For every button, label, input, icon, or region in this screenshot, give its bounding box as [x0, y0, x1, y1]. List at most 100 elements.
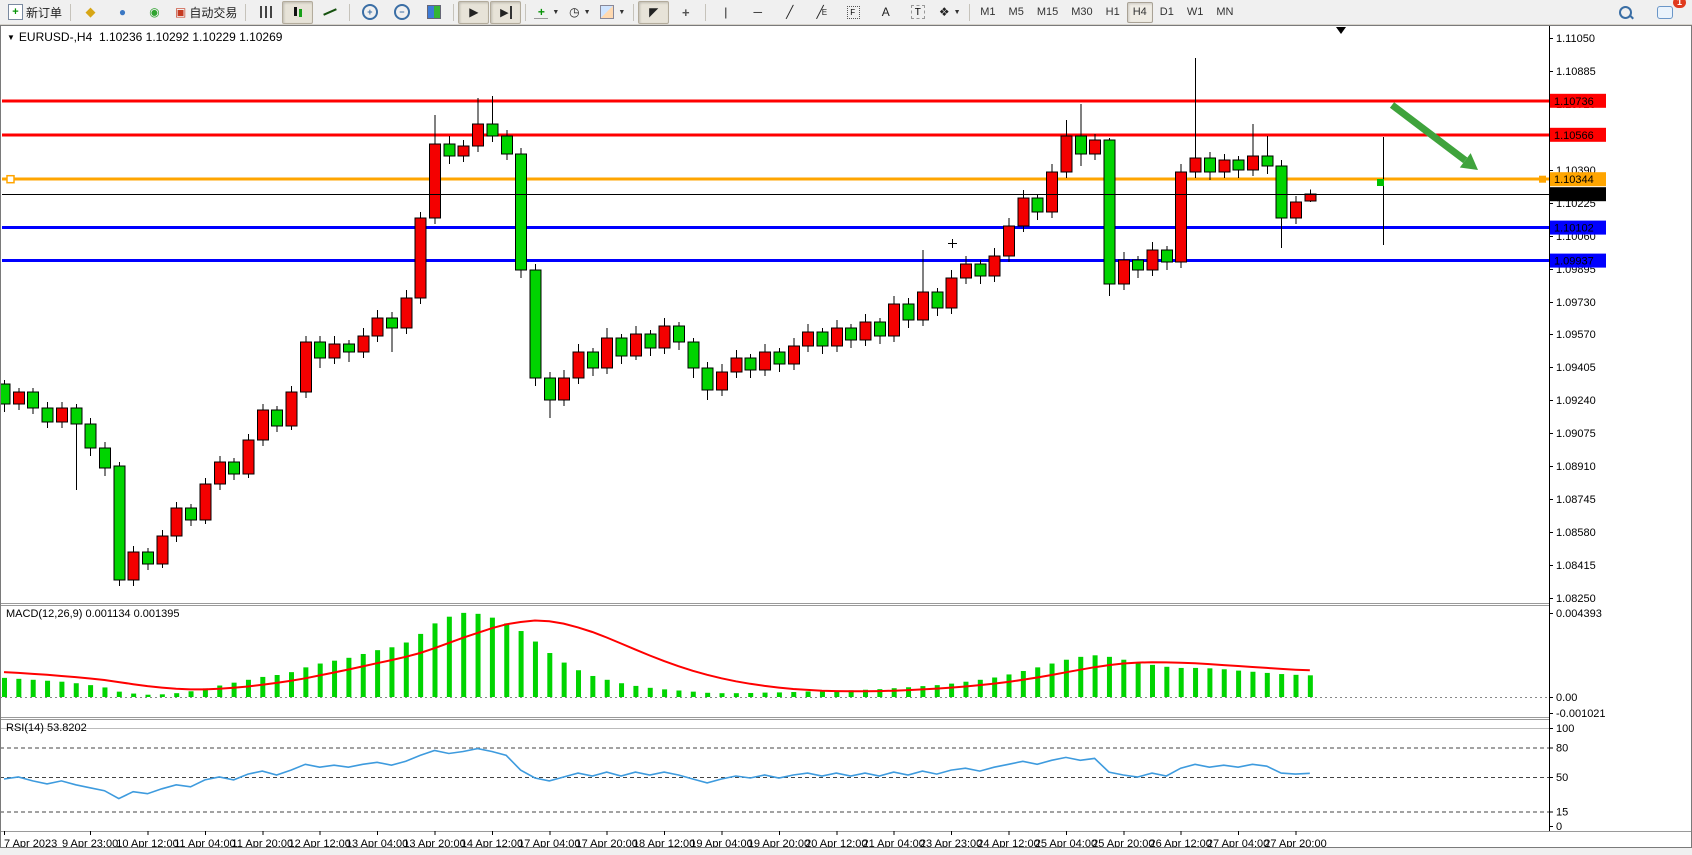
macd-histogram-bar	[576, 670, 581, 697]
candle-body	[257, 410, 268, 440]
mt4-window: +新订单◆●◉▣自动交易+−▶▶+▼◷▼▼◤+|─╱╱EFAT❖▼M1M5M15…	[0, 0, 1692, 855]
price-axis-label: 1.09405	[1556, 362, 1596, 374]
candle-body	[473, 124, 484, 146]
chevron-down-icon[interactable]: ▼	[584, 9, 591, 16]
candlestick-button[interactable]	[282, 1, 313, 24]
chart-background	[0, 25, 1692, 848]
timeframe-m15-button[interactable]: M15	[1031, 2, 1064, 23]
macd-histogram-bar	[763, 693, 768, 697]
chart-shift-button[interactable]: ▶	[490, 1, 521, 24]
macd-histogram-bar	[1150, 665, 1155, 697]
candle-body	[85, 424, 96, 448]
candle	[300, 336, 311, 398]
toolbar-separator	[633, 4, 634, 21]
timeframe-w1-button[interactable]: W1	[1181, 2, 1210, 23]
candle	[243, 434, 254, 478]
horizontal-line-button[interactable]: ─	[742, 1, 773, 24]
candle-body	[645, 334, 656, 348]
cursor-button[interactable]: ◤	[638, 1, 669, 24]
signals-icon: ◉	[149, 5, 159, 19]
macd-histogram-bar	[59, 682, 64, 697]
candle-body	[946, 278, 957, 308]
price-axis-label: 1.08250	[1556, 593, 1596, 605]
macd-values: 0.001134 0.001395	[85, 608, 179, 620]
chat-button[interactable]: 1	[1649, 1, 1680, 24]
mql5-community-button[interactable]: ●	[107, 1, 138, 24]
arrows-button[interactable]: ❖▼	[934, 1, 965, 24]
svg-text:1.10102: 1.10102	[1554, 223, 1594, 235]
timeframe-d1-button[interactable]: D1	[1154, 2, 1180, 23]
green-handle[interactable]	[1377, 179, 1384, 186]
templates-icon	[600, 5, 614, 19]
timeframe-m1-button[interactable]: M1	[974, 2, 1001, 23]
chevron-down-icon[interactable]: ▼	[618, 9, 625, 16]
candle-body	[501, 136, 512, 154]
metaeditor-icon: ◆	[86, 4, 96, 20]
candle-body	[1190, 158, 1201, 172]
price-chart[interactable]: 1.110501.108851.107201.105551.103901.102…	[0, 25, 1692, 848]
zoom-out-button[interactable]: −	[386, 1, 417, 24]
new-order-button[interactable]: +新订单	[4, 1, 66, 24]
date-axis-label: 20 Apr 12:00	[805, 838, 867, 848]
equidistant-channel-button[interactable]: ╱E	[806, 1, 837, 24]
trendline-button[interactable]: ╱	[774, 1, 805, 24]
date-axis-label: 13 Apr 20:00	[403, 838, 465, 848]
toolbar-separator	[969, 4, 970, 21]
text-button[interactable]: A	[870, 1, 901, 24]
bar-chart-button[interactable]	[250, 1, 281, 24]
fibonacci-button[interactable]: F	[838, 1, 869, 24]
macd-histogram-bar	[433, 623, 438, 697]
line-handle[interactable]	[7, 176, 14, 183]
chart-window[interactable]: 1.110501.108851.107201.105551.103901.102…	[0, 25, 1692, 848]
macd-histogram-bar	[1078, 657, 1083, 697]
macd-histogram-bar	[375, 650, 380, 697]
macd-histogram-bar	[189, 691, 194, 697]
timeframe-m30-button[interactable]: M30	[1065, 2, 1098, 23]
macd-histogram-bar	[978, 680, 983, 697]
macd-histogram-bar	[303, 667, 308, 697]
price-axis-label: 1.08910	[1556, 461, 1596, 473]
autotrading-button[interactable]: ▣自动交易	[171, 1, 241, 24]
macd-histogram-bar	[131, 694, 136, 697]
new-order-button-label: 新订单	[26, 4, 62, 21]
candle-body	[1204, 158, 1215, 172]
date-axis-label: 23 Apr 23:00	[920, 838, 982, 848]
date-axis-label: 9 Apr 23:00	[62, 838, 118, 848]
chevron-down-icon[interactable]: ▼	[954, 9, 961, 16]
vertical-line-button[interactable]: |	[710, 1, 741, 24]
timeframe-m5-button[interactable]: M5	[1003, 2, 1030, 23]
signals-button[interactable]: ◉	[139, 1, 170, 24]
tile-windows-button[interactable]	[418, 1, 449, 24]
line-handle[interactable]	[1539, 176, 1546, 183]
zoom-in-button[interactable]: +	[354, 1, 385, 24]
macd-histogram-bar	[1308, 675, 1313, 697]
text-label-button[interactable]: T	[902, 1, 933, 24]
toolbar-separator	[453, 4, 454, 21]
metaeditor-button[interactable]: ◆	[75, 1, 106, 24]
templates-button[interactable]: ▼	[596, 1, 629, 24]
chevron-down-icon[interactable]: ▼	[552, 9, 559, 16]
candle-body	[99, 448, 110, 468]
indicators-button[interactable]: +▼	[530, 1, 563, 24]
chevron-down-icon[interactable]: ▼	[7, 33, 15, 42]
chat-icon	[1657, 6, 1673, 19]
macd-histogram-bar	[1294, 675, 1299, 697]
candle-body	[1247, 156, 1258, 170]
periods-button[interactable]: ◷▼	[564, 1, 595, 24]
candle-body	[774, 352, 785, 364]
svg-text:1.09937: 1.09937	[1554, 256, 1594, 268]
timeframe-mn-button[interactable]: MN	[1210, 2, 1239, 23]
macd-histogram-bar	[777, 692, 782, 697]
line-chart-icon	[323, 8, 337, 16]
line-chart-button[interactable]	[314, 1, 345, 24]
candle-body	[430, 144, 441, 218]
crosshair-button[interactable]: +	[670, 1, 701, 24]
auto-scroll-button[interactable]: ▶	[458, 1, 489, 24]
candle	[157, 530, 168, 568]
macd-histogram-bar	[1279, 674, 1284, 697]
timeframe-h1-button[interactable]: H1	[1100, 2, 1126, 23]
macd-histogram-bar	[734, 693, 739, 697]
timeframe-h4-button[interactable]: H4	[1127, 2, 1153, 23]
macd-histogram-bar	[920, 686, 925, 697]
search-button[interactable]	[1610, 1, 1641, 24]
